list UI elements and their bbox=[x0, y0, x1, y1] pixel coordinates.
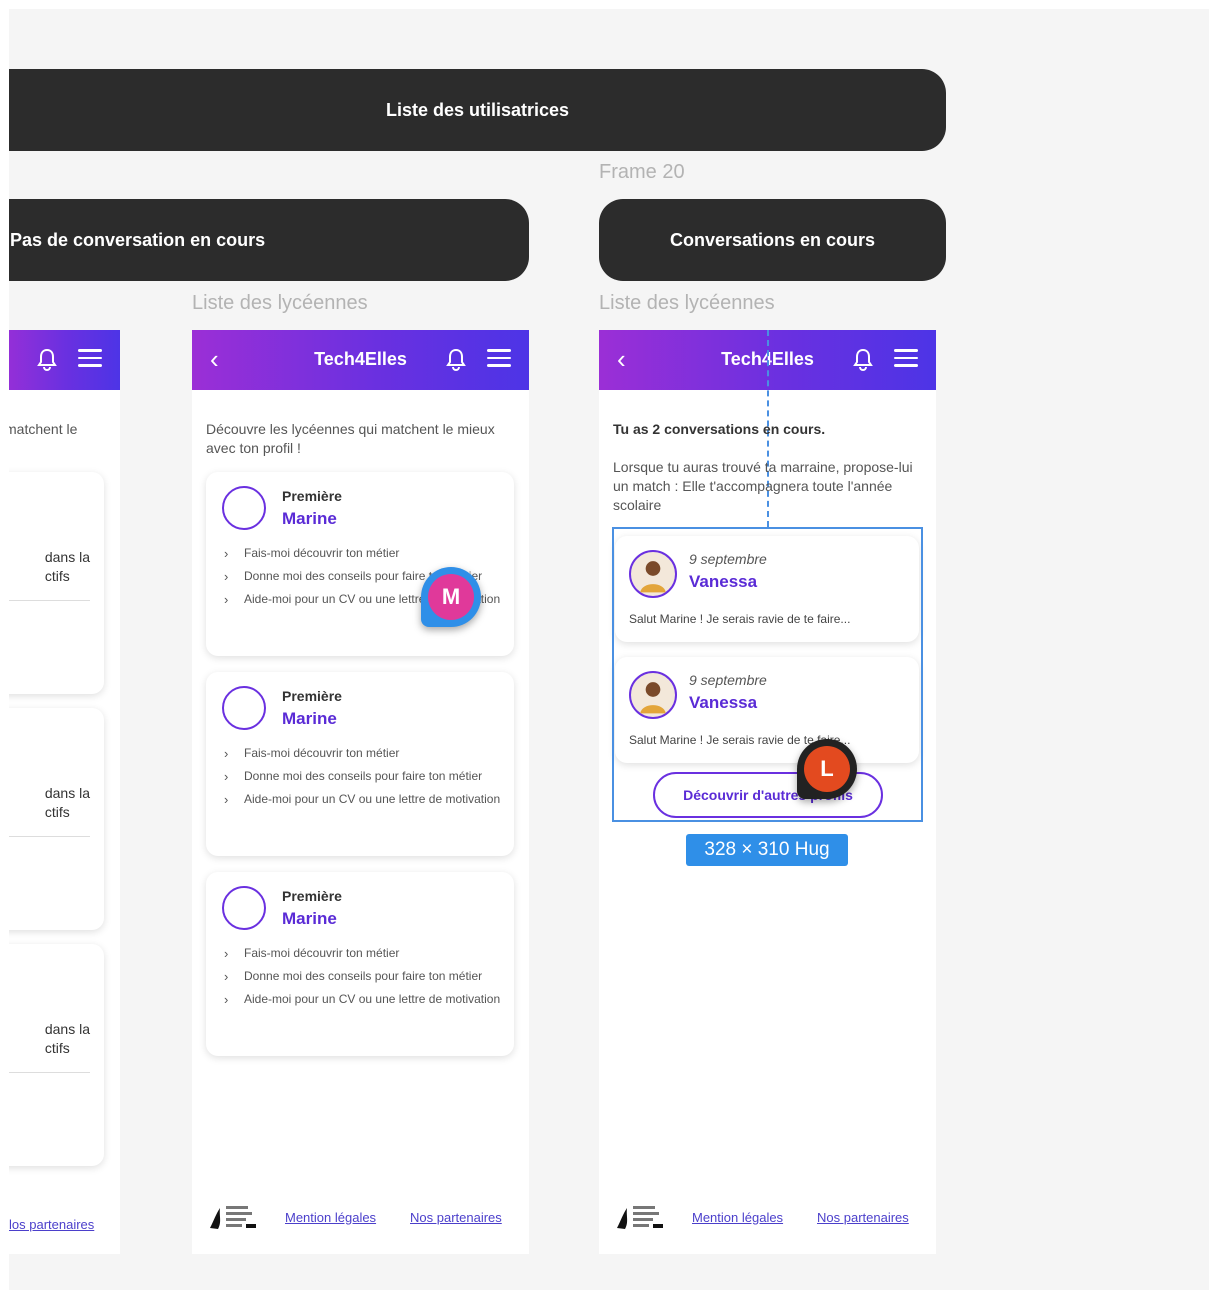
student-card[interactable]: Première Marine › Fais-moi découvrir ton … bbox=[206, 472, 514, 656]
footer: Mention légales Nos partenaires bbox=[599, 1202, 936, 1232]
phone-right: ‹ Tech4Elles Tu as 2 conversations en co… bbox=[599, 330, 936, 1254]
student-name: Marine bbox=[282, 709, 337, 728]
menu-icon[interactable] bbox=[894, 349, 918, 369]
intro-text: matchent le bbox=[9, 421, 78, 437]
student-card[interactable]: Première Marine › Fais-moi découvrir ton … bbox=[206, 672, 514, 856]
student-level: Première bbox=[282, 888, 342, 904]
card-text-fragment: ctifs bbox=[44, 804, 70, 820]
bell-icon[interactable] bbox=[852, 347, 874, 371]
avatar bbox=[222, 486, 266, 530]
conversations-label: Conversations en cours bbox=[669, 229, 876, 250]
legal-link[interactable]: Mention légales bbox=[692, 1210, 783, 1225]
student-name: Marine bbox=[282, 509, 337, 528]
intro-text: Découvre les lycéennes qui matchent le m… bbox=[206, 421, 495, 456]
no-conversation-banner[interactable]: Pas de conversation en cours bbox=[9, 199, 529, 281]
chevron-right-icon: › bbox=[224, 592, 229, 607]
frame20-label[interactable]: Frame 20 bbox=[599, 161, 685, 184]
app-header bbox=[9, 330, 120, 390]
logo-icon bbox=[210, 1206, 256, 1229]
chevron-right-icon: › bbox=[224, 792, 229, 807]
frame-label-right[interactable]: Liste des lycéennes bbox=[599, 292, 775, 315]
chevron-right-icon: › bbox=[224, 746, 229, 761]
chevron-right-icon: › bbox=[224, 946, 229, 961]
footer: Mention légales Nos partenaires bbox=[192, 1202, 529, 1232]
conversations-heading: Tu as 2 conversations en cours. bbox=[613, 421, 826, 437]
divider bbox=[9, 836, 90, 837]
student-card[interactable]: Première Marine › Fais-moi découvrir ton … bbox=[206, 872, 514, 1056]
student-level: Première bbox=[282, 688, 342, 704]
list-item: › Aide-moi pour un CV ou une lettre de mo… bbox=[224, 992, 501, 1007]
chevron-right-icon: › bbox=[224, 769, 229, 784]
frame-label-middle[interactable]: Liste des lycéennes bbox=[192, 292, 368, 315]
list-item: › Donne moi des conseils pour faire ton m… bbox=[224, 769, 483, 784]
partners-link[interactable]: Nos partenaires bbox=[817, 1210, 909, 1225]
card-text-fragment: dans la bbox=[44, 1021, 90, 1037]
collaborator-cursor-m: M bbox=[421, 567, 481, 627]
card-text-fragment: dans la bbox=[44, 785, 90, 801]
chevron-right-icon: › bbox=[224, 969, 229, 984]
legal-link[interactable]: Mention légales bbox=[285, 1210, 376, 1225]
student-name: Marine bbox=[282, 909, 337, 928]
design-canvas: Liste des utilisatrices Frame 20 Pas de … bbox=[9, 9, 1209, 1290]
list-item: › Donne moi des conseils pour faire ton m… bbox=[224, 969, 483, 984]
bell-icon[interactable] bbox=[445, 347, 467, 371]
menu-icon[interactable] bbox=[78, 349, 102, 369]
chevron-right-icon: › bbox=[224, 569, 229, 584]
phone-left: matchent le dans la ctifs dans la ctifs da… bbox=[9, 330, 120, 1254]
list-item: › Fais-moi découvrir ton métier bbox=[224, 546, 400, 561]
divider bbox=[9, 1072, 90, 1073]
list-item: › Fais-moi découvrir ton métier bbox=[224, 946, 400, 961]
student-card[interactable]: dans la ctifs bbox=[9, 472, 104, 694]
app-header: ‹ Tech4Elles bbox=[192, 330, 529, 390]
avatar bbox=[222, 686, 266, 730]
chevron-right-icon: › bbox=[224, 992, 229, 1007]
users-list-label: Liste des utilisatrices bbox=[385, 99, 570, 120]
cursor-initial: L bbox=[804, 746, 850, 792]
phone-middle: ‹ Tech4Elles Découvre les lycéennes qui … bbox=[192, 330, 529, 1254]
student-card[interactable]: dans la ctifs bbox=[9, 708, 104, 930]
card-text-fragment: dans la bbox=[44, 549, 90, 565]
bell-icon[interactable] bbox=[36, 347, 58, 371]
list-item: › Aide-moi pour un CV ou une lettre de mo… bbox=[224, 792, 501, 807]
student-level: Première bbox=[282, 488, 342, 504]
card-text-fragment: ctifs bbox=[44, 568, 70, 584]
selection-box bbox=[612, 527, 923, 822]
cursor-initial: M bbox=[428, 574, 474, 620]
conversations-banner[interactable]: Conversations en cours bbox=[599, 199, 946, 281]
app-title: Tech4Elles bbox=[314, 349, 407, 369]
card-text-fragment: ctifs bbox=[44, 1040, 70, 1056]
users-list-banner[interactable]: Liste des utilisatrices bbox=[9, 69, 946, 151]
conversations-description: Lorsque tu auras trouvé ta marraine, pro… bbox=[613, 459, 913, 513]
dimension-badge: 328 × 310 Hug bbox=[686, 834, 848, 866]
request-list: › Fais-moi découvrir ton métier › Donne mo… bbox=[224, 946, 504, 1015]
no-conversation-label: Pas de conversation en cours bbox=[10, 229, 266, 250]
divider bbox=[9, 600, 90, 601]
partners-link[interactable]: los partenaires bbox=[9, 1217, 94, 1232]
logo-icon bbox=[617, 1206, 663, 1229]
chevron-right-icon: › bbox=[224, 546, 229, 561]
collaborator-cursor-l: L bbox=[797, 739, 857, 799]
list-item: › Fais-moi découvrir ton métier bbox=[224, 746, 400, 761]
avatar bbox=[222, 886, 266, 930]
request-list: › Fais-moi découvrir ton métier › Donne mo… bbox=[224, 746, 504, 815]
student-card[interactable]: dans la ctifs bbox=[9, 944, 104, 1166]
menu-icon[interactable] bbox=[487, 349, 511, 369]
partners-link[interactable]: Nos partenaires bbox=[410, 1210, 502, 1225]
